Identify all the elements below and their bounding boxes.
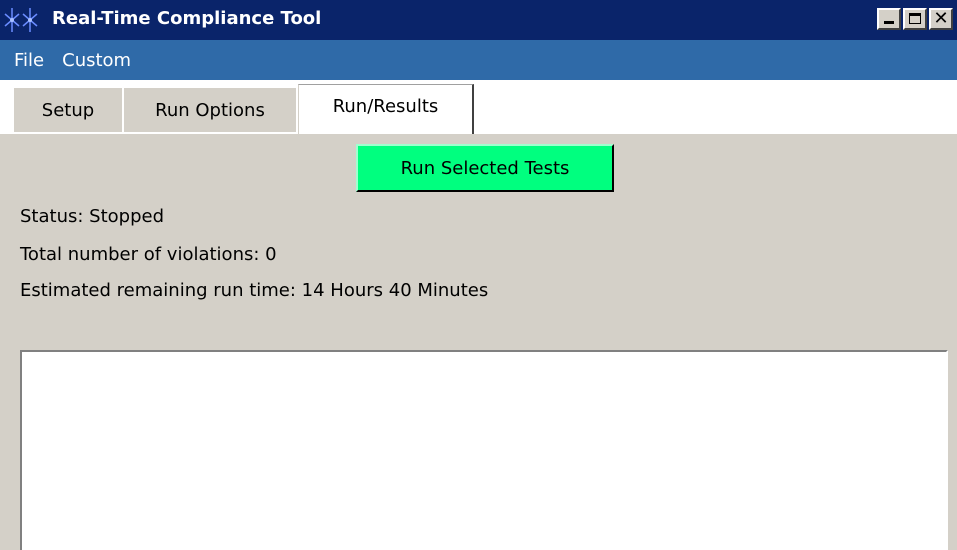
status-label: Status: Stopped	[20, 206, 164, 227]
remaining-time-label: Estimated remaining run time: 14 Hours 4…	[20, 280, 489, 301]
maximize-button[interactable]	[903, 8, 927, 30]
violations-label: Total number of violations: 0	[20, 244, 277, 265]
run-results-panel: Run Selected Tests Status: Stopped Total…	[0, 134, 957, 550]
minimize-button[interactable]	[877, 8, 901, 30]
window-title: Real-Time Compliance Tool	[52, 8, 322, 29]
tab-strip: Setup Run Options Run/Results	[0, 80, 957, 134]
minimize-icon	[884, 21, 894, 24]
snowflake-app-icon	[4, 8, 38, 32]
close-icon: ✕	[933, 8, 949, 29]
results-output-box[interactable]	[20, 350, 948, 550]
caption-buttons: ✕	[877, 8, 953, 30]
tab-setup[interactable]: Setup	[14, 88, 122, 132]
tab-run-results[interactable]: Run/Results	[298, 84, 474, 134]
app-window: Real-Time Compliance Tool ✕ File Custom …	[0, 0, 957, 550]
run-selected-tests-button[interactable]: Run Selected Tests	[356, 144, 614, 192]
menu-file[interactable]: File	[14, 50, 44, 71]
close-button[interactable]: ✕	[929, 8, 953, 30]
maximize-icon	[909, 13, 921, 24]
title-bar[interactable]: Real-Time Compliance Tool ✕	[0, 0, 957, 40]
menu-custom[interactable]: Custom	[62, 50, 131, 71]
menu-bar: File Custom	[0, 40, 957, 80]
tab-run-options[interactable]: Run Options	[124, 88, 296, 132]
